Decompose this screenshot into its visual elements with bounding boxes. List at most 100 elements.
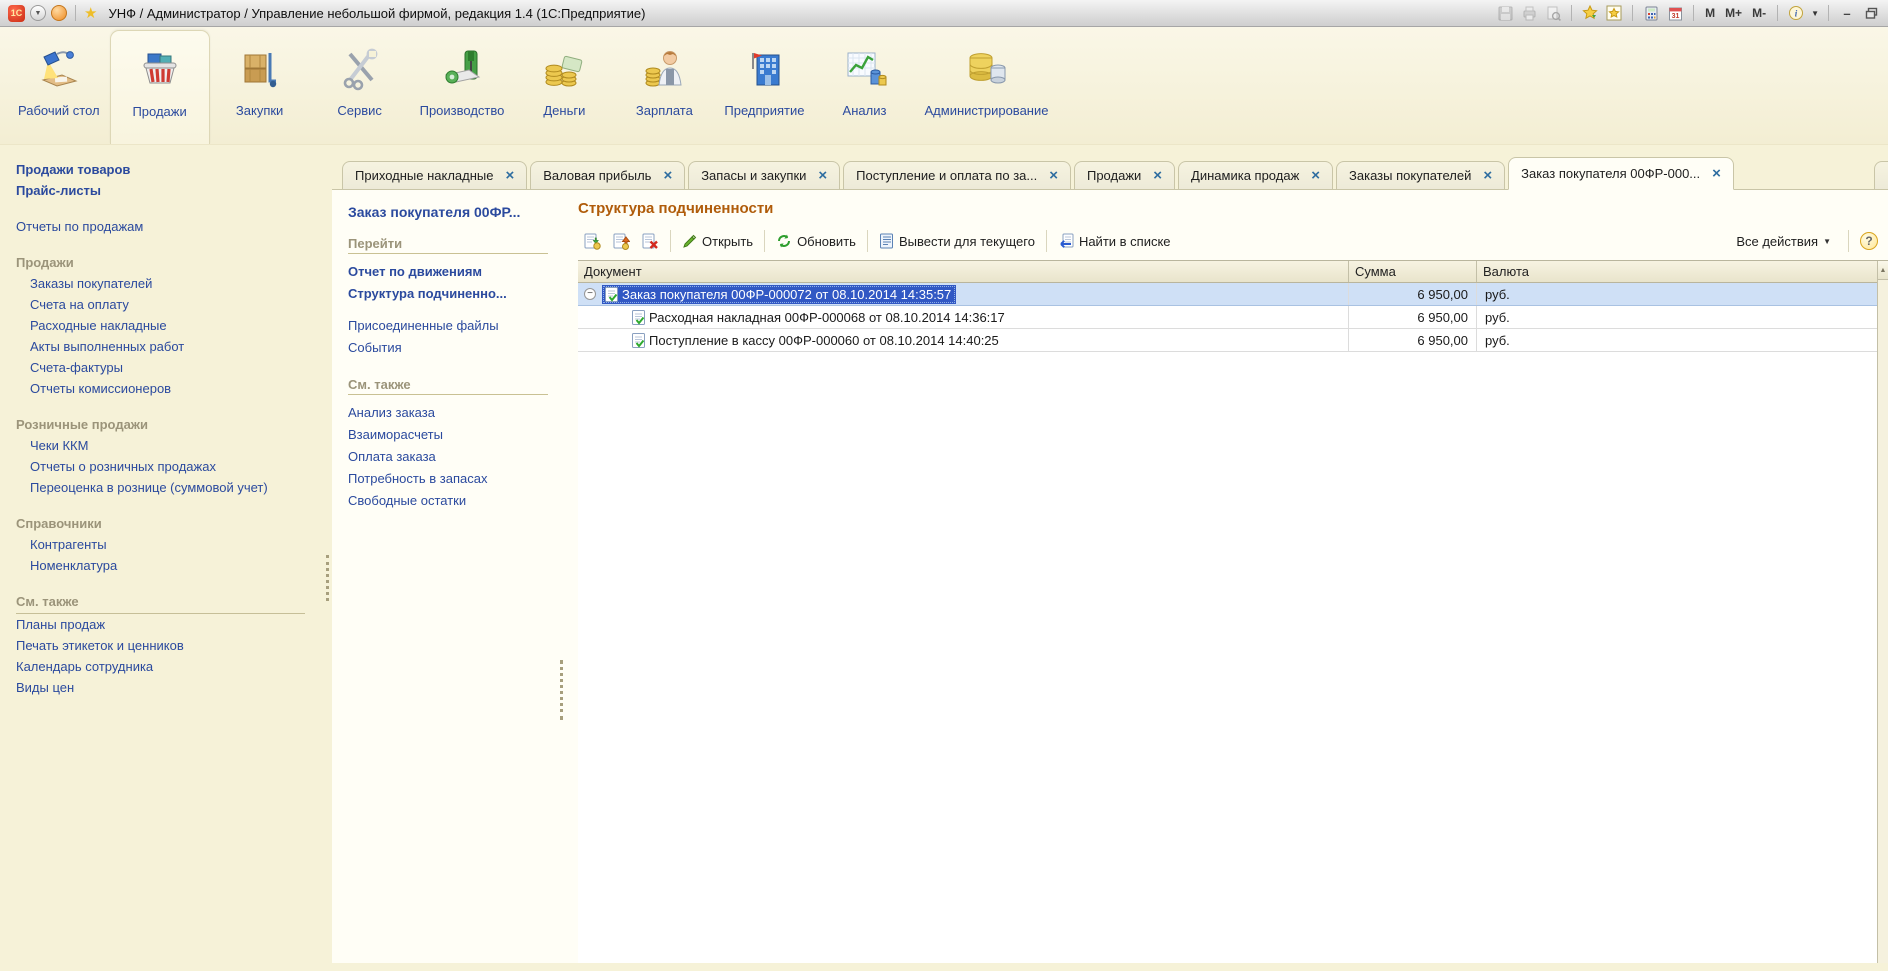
section-production[interactable]: Производство <box>410 30 515 144</box>
document-cell[interactable]: Поступление в кассу 00ФР-000060 от 08.10… <box>578 329 1349 351</box>
sidebar-item-sales-invoices[interactable]: Расходные накладные <box>16 315 317 336</box>
close-icon[interactable]: × <box>818 168 827 183</box>
column-header-document[interactable]: Документ <box>578 261 1349 282</box>
sidebar-item-counterparties[interactable]: Контрагенты <box>16 534 317 555</box>
tab-customer-orders[interactable]: Заказы покупателей× <box>1336 161 1505 189</box>
print-icon[interactable] <box>1520 4 1538 22</box>
table-row[interactable]: − Заказ покупателя 00ФР-000072 от 08.10.… <box>578 283 1877 306</box>
section-salary[interactable]: Зарплата <box>614 30 714 144</box>
system-menu-button[interactable]: ▼ <box>30 5 46 21</box>
tab-sales-dynamics[interactable]: Динамика продаж× <box>1178 161 1333 189</box>
quick-access-button[interactable] <box>51 5 67 21</box>
tab-stock-purchases[interactable]: Запасы и закупки× <box>688 161 840 189</box>
help-button[interactable]: ? <box>1860 232 1878 250</box>
nav-item-subordination-structure[interactable]: Структура подчиненно... <box>348 283 548 305</box>
sidebar-item-sales-reports[interactable]: Отчеты по продажам <box>16 216 317 237</box>
open-button[interactable]: Открыть <box>676 231 759 252</box>
sidebar-item-retail-reports[interactable]: Отчеты о розничных продажах <box>16 456 317 477</box>
currency-cell[interactable]: руб. <box>1477 283 1877 305</box>
panel-splitter[interactable] <box>556 190 566 963</box>
table-row[interactable]: Поступление в кассу 00ФР-000060 от 08.10… <box>578 329 1877 352</box>
sidebar-item-invoices-for-payment[interactable]: Счета на оплату <box>16 294 317 315</box>
tab-gross-profit[interactable]: Валовая прибыль× <box>530 161 685 189</box>
sidebar-item-label-printing[interactable]: Печать этикеток и ценников <box>16 635 317 656</box>
nav-item-stock-demand[interactable]: Потребность в запасах <box>348 468 548 490</box>
print-preview-icon[interactable] <box>1544 4 1562 22</box>
nav-item-order-payment[interactable]: Оплата заказа <box>348 446 548 468</box>
nav-item-order-analysis[interactable]: Анализ заказа <box>348 402 548 424</box>
document-cell[interactable]: Расходная накладная 00ФР-000068 от 08.10… <box>578 306 1349 328</box>
nav-item-mutual-settlements[interactable]: Взаиморасчеты <box>348 424 548 446</box>
nav-item-movements-report[interactable]: Отчет по движениям <box>348 261 548 283</box>
close-icon[interactable]: × <box>1049 168 1058 183</box>
add-favorite-icon[interactable] <box>1581 4 1599 22</box>
column-header-sum[interactable]: Сумма <box>1349 261 1477 282</box>
tab-customer-order-00fr[interactable]: Заказ покупателя 00ФР-000...× <box>1508 157 1734 190</box>
document-nav-title[interactable]: Заказ покупателя 00ФР... <box>348 204 548 220</box>
sidebar-item-sales-plans[interactable]: Планы продаж <box>16 614 317 635</box>
memory-m-button[interactable]: M <box>1703 6 1717 20</box>
save-icon[interactable] <box>1496 4 1514 22</box>
sidebar-item-price-lists[interactable]: Прайс-листы <box>16 180 317 201</box>
post-document-button[interactable] <box>607 230 636 253</box>
info-dropdown-icon[interactable]: ▼ <box>1811 9 1819 18</box>
sum-cell[interactable]: 6 950,00 <box>1349 306 1477 328</box>
nav-item-events[interactable]: События <box>348 337 548 359</box>
currency-cell[interactable]: руб. <box>1477 306 1877 328</box>
sidebar-item-commissioner-reports[interactable]: Отчеты комиссионеров <box>16 378 317 399</box>
sidebar-splitter[interactable] <box>323 145 332 971</box>
column-header-currency[interactable]: Валюта <box>1477 261 1877 282</box>
favorites-list-icon[interactable] <box>1605 4 1623 22</box>
close-icon[interactable]: × <box>1483 168 1492 183</box>
tab-partial[interactable] <box>1874 161 1888 189</box>
section-analysis[interactable]: Анализ <box>815 30 915 144</box>
section-desktop[interactable]: Рабочий стол <box>8 30 110 144</box>
sidebar-item-sales-goods[interactable]: Продажи товаров <box>16 159 317 180</box>
currency-cell[interactable]: руб. <box>1477 329 1877 351</box>
favorites-star-icon[interactable]: ★ <box>84 6 97 21</box>
sum-cell[interactable]: 6 950,00 <box>1349 329 1477 351</box>
calendar-icon[interactable]: 31 <box>1666 4 1684 22</box>
scroll-up-icon[interactable]: ▲ <box>1878 261 1888 280</box>
tab-receipt-payment[interactable]: Поступление и оплата по за...× <box>843 161 1071 189</box>
close-icon[interactable]: × <box>505 168 514 183</box>
vertical-scrollbar[interactable]: ▲ <box>1877 261 1888 963</box>
close-icon[interactable]: × <box>1311 168 1320 183</box>
tab-sales[interactable]: Продажи× <box>1074 161 1175 189</box>
document-cell[interactable]: − Заказ покупателя 00ФР-000072 от 08.10.… <box>578 283 1349 305</box>
sidebar-item-kkm-receipts[interactable]: Чеки ККМ <box>16 435 317 456</box>
calculator-icon[interactable] <box>1642 4 1660 22</box>
close-icon[interactable]: × <box>663 168 672 183</box>
sidebar-item-tax-invoices[interactable]: Счета-фактуры <box>16 357 317 378</box>
section-administration[interactable]: Администрирование <box>915 30 1059 144</box>
table-row[interactable]: Расходная накладная 00ФР-000068 от 08.10… <box>578 306 1877 329</box>
memory-m-minus-button[interactable]: M- <box>1750 6 1768 20</box>
sidebar-item-retail-revaluation[interactable]: Переоценка в рознице (суммовой учет) <box>16 477 317 498</box>
sidebar-item-price-kinds[interactable]: Виды цен <box>16 677 317 698</box>
section-purchases[interactable]: Закупки <box>210 30 310 144</box>
minimize-button[interactable]: – <box>1838 6 1856 21</box>
memory-m-plus-button[interactable]: M+ <box>1723 6 1744 20</box>
delete-document-button[interactable] <box>636 230 665 253</box>
restore-button[interactable] <box>1862 4 1880 22</box>
all-actions-button[interactable]: Все действия ▼ <box>1730 231 1837 252</box>
sidebar-item-employee-calendar[interactable]: Календарь сотрудника <box>16 656 317 677</box>
nav-item-attached-files[interactable]: Присоединенные файлы <box>348 315 548 337</box>
close-icon[interactable]: × <box>1712 166 1721 181</box>
sum-cell[interactable]: 6 950,00 <box>1349 283 1477 305</box>
info-icon[interactable]: i <box>1787 4 1805 22</box>
close-icon[interactable]: × <box>1153 168 1162 183</box>
nav-item-free-stock[interactable]: Свободные остатки <box>348 490 548 512</box>
sidebar-item-customer-orders[interactable]: Заказы покупателей <box>16 273 317 294</box>
sidebar-item-work-acts[interactable]: Акты выполненных работ <box>16 336 317 357</box>
find-in-list-button[interactable]: Найти в списке <box>1052 230 1177 252</box>
section-money[interactable]: Деньги <box>514 30 614 144</box>
section-enterprise[interactable]: Предприятие <box>714 30 814 144</box>
create-based-on-button[interactable] <box>578 230 607 253</box>
refresh-button[interactable]: Обновить <box>770 230 862 252</box>
section-service[interactable]: Сервис <box>310 30 410 144</box>
section-sales[interactable]: Продажи <box>110 30 210 144</box>
print-for-current-button[interactable]: Вывести для текущего <box>873 230 1041 252</box>
tab-incoming-invoices[interactable]: Приходные накладные× <box>342 161 527 189</box>
tree-collapse-icon[interactable]: − <box>584 288 596 300</box>
